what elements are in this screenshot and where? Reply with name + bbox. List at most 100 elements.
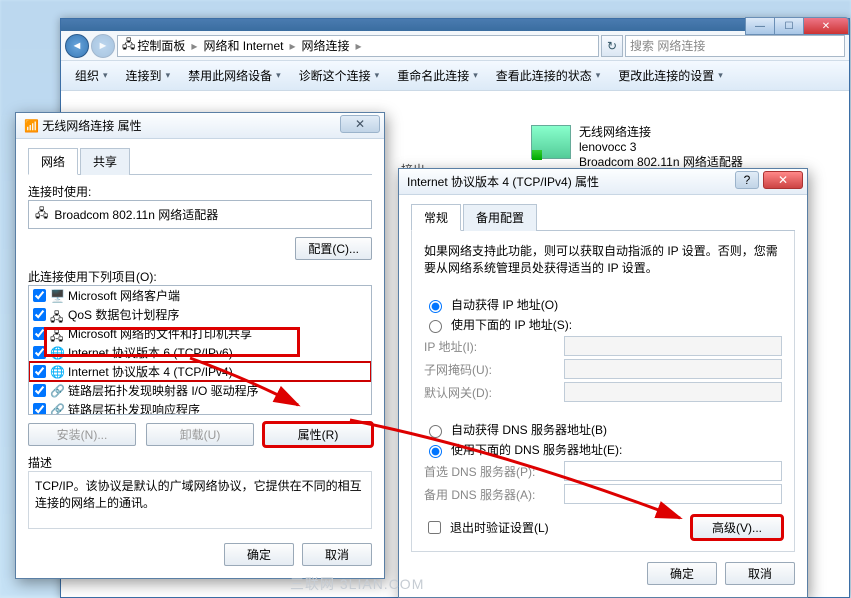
folder-icon: 🖧 bbox=[122, 35, 135, 56]
item-checkbox[interactable] bbox=[33, 403, 46, 415]
label-auto-ip: 自动获得 IP 地址(O) bbox=[451, 296, 558, 313]
refresh-button[interactable]: ↻ bbox=[601, 35, 623, 57]
ip-field bbox=[564, 336, 782, 356]
ipv4-dialog: Internet 协议版本 4 (TCP/IPv4) 属性 ? ✕ 常规 备用配… bbox=[398, 168, 808, 598]
ok-button[interactable]: 确定 bbox=[647, 562, 717, 585]
advanced-button[interactable]: 高级(V)... bbox=[692, 516, 782, 539]
adapter-name-box: 🖧 Broadcom 802.11n 网络适配器 bbox=[28, 200, 372, 229]
lltd-icon: 🔗 bbox=[50, 403, 64, 416]
protocol-icon: 🌐 bbox=[50, 346, 64, 360]
help-button[interactable]: ? bbox=[735, 171, 759, 189]
items-label: 此连接使用下列项目(O): bbox=[28, 268, 372, 285]
tabset: 常规 备用配置 bbox=[411, 203, 795, 231]
toolbar: 组织 连接到 禁用此网络设备 诊断这个连接 重命名此连接 查看此连接的状态 更改… bbox=[61, 61, 849, 91]
list-item[interactable]: 🖥️Microsoft 网络客户端 bbox=[29, 286, 371, 305]
maximize-button[interactable]: ☐ bbox=[774, 17, 804, 35]
radio-manual-ip[interactable] bbox=[429, 320, 442, 333]
radio-manual-dns[interactable] bbox=[429, 445, 442, 458]
list-item[interactable]: 🖧Microsoft 网络的文件和打印机共享 bbox=[29, 324, 371, 343]
tool-settings[interactable]: 更改此连接的设置 bbox=[612, 63, 729, 88]
list-item[interactable]: 🖧QoS 数据包计划程序 bbox=[29, 305, 371, 324]
item-checkbox[interactable] bbox=[33, 327, 46, 340]
uninstall-button[interactable]: 卸载(U) bbox=[146, 423, 254, 446]
network-item[interactable]: 无线网络连接 lenovocc 3 Broadcom 802.11n 网络适配器 bbox=[531, 125, 743, 170]
close-button[interactable]: ✕ bbox=[340, 115, 380, 133]
item-checkbox[interactable] bbox=[33, 365, 46, 378]
client-icon: 🖥️ bbox=[50, 289, 64, 303]
tool-diagnose[interactable]: 诊断这个连接 bbox=[293, 63, 386, 88]
tool-organize[interactable]: 组织 bbox=[69, 63, 114, 88]
qos-icon: 🖧 bbox=[50, 308, 64, 322]
cancel-button[interactable]: 取消 bbox=[725, 562, 795, 585]
lltd-icon: 🔗 bbox=[50, 384, 64, 398]
tool-rename[interactable]: 重命名此连接 bbox=[391, 63, 484, 88]
ip-label: IP 地址(I): bbox=[424, 338, 564, 355]
tool-status[interactable]: 查看此连接的状态 bbox=[490, 63, 607, 88]
radio-auto-dns[interactable] bbox=[429, 425, 442, 438]
cancel-button[interactable]: 取消 bbox=[302, 543, 372, 566]
breadcrumb[interactable]: 🖧 控制面板 网络和 Internet 网络连接 bbox=[117, 35, 599, 57]
tab-sharing[interactable]: 共享 bbox=[80, 148, 130, 175]
adapter-icon: 🖧 bbox=[35, 204, 48, 225]
gw-field bbox=[564, 382, 782, 402]
search-placeholder: 搜索 网络连接 bbox=[630, 37, 705, 54]
back-button[interactable]: ◄ bbox=[65, 34, 89, 58]
network-icon bbox=[531, 125, 571, 159]
close-button[interactable]: ✕ bbox=[763, 171, 803, 189]
mask-label: 子网掩码(U): bbox=[424, 361, 564, 378]
item-checkbox[interactable] bbox=[33, 384, 46, 397]
ok-button[interactable]: 确定 bbox=[224, 543, 294, 566]
install-button[interactable]: 安装(N)... bbox=[28, 423, 136, 446]
mask-field bbox=[564, 359, 782, 379]
network-name: 无线网络连接 bbox=[579, 125, 743, 140]
dns2-field[interactable] bbox=[564, 484, 782, 504]
desc-label: 描述 bbox=[28, 454, 372, 471]
exit-validate-label: 退出时验证设置(L) bbox=[450, 519, 549, 536]
items-listbox[interactable]: 🖥️Microsoft 网络客户端 🖧QoS 数据包计划程序 🖧Microsof… bbox=[28, 285, 372, 415]
dns1-field[interactable] bbox=[564, 461, 782, 481]
tab-alternate[interactable]: 备用配置 bbox=[463, 204, 537, 231]
dialog-title: Internet 协议版本 4 (TCP/IPv4) 属性 bbox=[407, 173, 599, 190]
configure-button[interactable]: 配置(C)... bbox=[295, 237, 372, 260]
radio-auto-ip[interactable] bbox=[429, 300, 442, 313]
item-checkbox[interactable] bbox=[33, 289, 46, 302]
label-manual-ip: 使用下面的 IP 地址(S): bbox=[451, 316, 572, 333]
item-checkbox[interactable] bbox=[33, 346, 46, 359]
tab-network[interactable]: 网络 bbox=[28, 148, 78, 175]
exit-validate-checkbox[interactable] bbox=[428, 521, 441, 534]
dialog-title: 无线网络连接 属性 bbox=[42, 117, 141, 134]
network-ssid: lenovocc 3 bbox=[579, 140, 743, 155]
list-item[interactable]: 🌐Internet 协议版本 6 (TCP/IPv6) bbox=[29, 343, 371, 362]
adapter-name: Broadcom 802.11n 网络适配器 bbox=[54, 206, 218, 223]
close-button[interactable]: ✕ bbox=[803, 17, 849, 35]
tool-disable[interactable]: 禁用此网络设备 bbox=[182, 63, 287, 88]
watermark: 三联网 3LIAN.COM bbox=[290, 574, 424, 594]
explorer-titlebar: — ☐ ✕ bbox=[61, 19, 849, 31]
list-item[interactable]: 🔗链路层拓扑发现响应程序 bbox=[29, 400, 371, 415]
item-checkbox[interactable] bbox=[33, 308, 46, 321]
address-bar-row: ◄ ► 🖧 控制面板 网络和 Internet 网络连接 ↻ 搜索 网络连接 bbox=[61, 31, 849, 61]
network-text: 无线网络连接 lenovocc 3 Broadcom 802.11n 网络适配器 bbox=[579, 125, 743, 170]
dns2-label: 备用 DNS 服务器(A): bbox=[424, 486, 564, 503]
tool-connect[interactable]: 连接到 bbox=[120, 63, 177, 88]
intro-text: 如果网络支持此功能，则可以获取自动指派的 IP 设置。否则，您需要从网络系统管理… bbox=[424, 243, 782, 277]
forward-button[interactable]: ► bbox=[91, 34, 115, 58]
list-item[interactable]: 🔗链路层拓扑发现映射器 I/O 驱动程序 bbox=[29, 381, 371, 400]
crumb[interactable]: 网络和 Internet bbox=[203, 37, 283, 54]
share-icon: 🖧 bbox=[50, 327, 64, 341]
minimize-button[interactable]: — bbox=[745, 17, 775, 35]
label-manual-dns: 使用下面的 DNS 服务器地址(E): bbox=[451, 441, 622, 458]
tab-general[interactable]: 常规 bbox=[411, 204, 461, 231]
dialog-titlebar: Internet 协议版本 4 (TCP/IPv4) 属性 ? ✕ bbox=[399, 169, 807, 195]
crumb[interactable]: 控制面板 bbox=[137, 37, 185, 54]
label-auto-dns: 自动获得 DNS 服务器地址(B) bbox=[451, 421, 607, 438]
dns1-label: 首选 DNS 服务器(P): bbox=[424, 463, 564, 480]
adapter-dialog: 📶 无线网络连接 属性 ✕ 网络 共享 连接时使用: 🖧 Broadcom 80… bbox=[15, 112, 385, 579]
dialog-titlebar: 📶 无线网络连接 属性 ✕ bbox=[16, 113, 384, 139]
properties-button[interactable]: 属性(R) bbox=[264, 423, 372, 446]
list-item-ipv4[interactable]: 🌐Internet 协议版本 4 (TCP/IPv4) bbox=[29, 362, 371, 381]
search-input[interactable]: 搜索 网络连接 bbox=[625, 35, 845, 57]
desc-text: TCP/IP。该协议是默认的广域网络协议，它提供在不同的相互连接的网络上的通讯。 bbox=[28, 471, 372, 529]
crumb[interactable]: 网络连接 bbox=[302, 37, 350, 54]
tabset: 网络 共享 bbox=[28, 147, 372, 175]
